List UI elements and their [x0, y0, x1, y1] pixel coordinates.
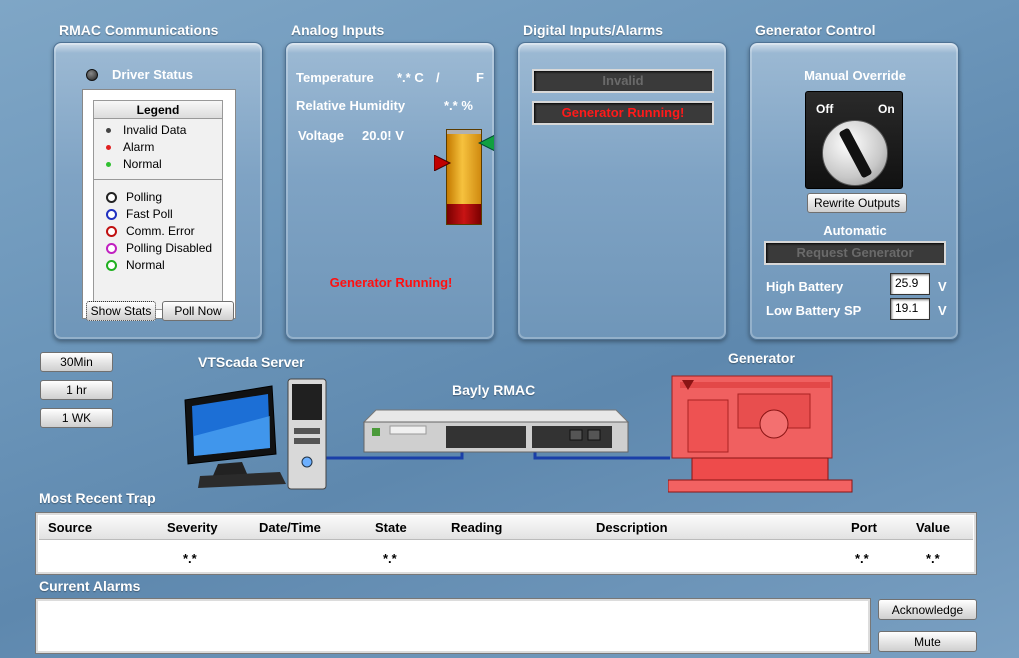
current-alarms-list[interactable]: [35, 598, 871, 654]
trap-col-source: Source: [48, 520, 93, 535]
vtscada-server-pc-icon[interactable]: [180, 376, 328, 492]
gen-control-panel: Manual Override Off On Rewrite Outputs A…: [749, 42, 959, 340]
dot-icon: [106, 145, 111, 151]
trap-port-value: *.*: [855, 551, 869, 566]
temperature-label: Temperature: [296, 70, 374, 85]
temperature-f-value: F: [476, 70, 484, 85]
low-setpoint-marker-icon: [434, 155, 452, 171]
vtscada-server-label: VTScada Server: [198, 354, 305, 370]
high-battery-unit: V: [938, 279, 947, 294]
trap-value-value: *.*: [926, 551, 940, 566]
trap-col-value: Value: [916, 520, 950, 535]
high-battery-input[interactable]: 25.9: [890, 273, 930, 295]
humidity-label: Relative Humidity: [296, 98, 406, 113]
gen-control-section-title: Generator Control: [755, 22, 876, 38]
generator-unit-icon[interactable]: [668, 372, 854, 496]
invalid-status-field: Invalid: [532, 69, 714, 93]
rotary-selector-knob-icon[interactable]: [822, 120, 888, 186]
analog-panel: Temperature *.* C / F Relative Humidity …: [285, 42, 495, 340]
dot-icon: [106, 162, 111, 168]
voltage-bar-low-zone: [447, 204, 481, 224]
temperature-separator: /: [436, 70, 440, 85]
automatic-label: Automatic: [823, 223, 887, 238]
legend-item-invalid-data: Invalid Data: [106, 123, 186, 137]
legend-item-polling-disabled: Polling Disabled: [106, 241, 212, 255]
trap-section-title: Most Recent Trap: [39, 490, 156, 506]
bayly-rmac-device-icon[interactable]: [362, 408, 630, 454]
knob-pointer: [838, 127, 873, 179]
generator-label: Generator: [728, 350, 795, 366]
time-1hr-button[interactable]: 1 hr: [40, 380, 113, 400]
time-30min-button[interactable]: 30Min: [40, 352, 113, 372]
voltage-bar-cap: [447, 130, 481, 134]
low-battery-label: Low Battery SP: [766, 303, 862, 318]
manual-override-label: Manual Override: [804, 68, 906, 83]
bayly-rmac-label: Bayly RMAC: [452, 382, 536, 398]
trap-col-datetime: Date/Time: [259, 520, 321, 535]
trap-col-state: State: [375, 520, 407, 535]
trap-col-reading: Reading: [451, 520, 503, 535]
analog-generator-running-text: Generator Running!: [329, 275, 453, 290]
rewrite-outputs-button[interactable]: Rewrite Outputs: [807, 193, 907, 213]
low-battery-input[interactable]: 19.1: [890, 298, 930, 320]
rmac-section-title: RMAC Communications: [59, 22, 219, 38]
override-switch-plate[interactable]: Off On: [805, 91, 903, 189]
poll-now-button[interactable]: Poll Now: [162, 301, 234, 321]
high-battery-label: High Battery: [766, 279, 844, 294]
table-row: *.* *.* *.* *.*: [39, 543, 973, 571]
legend-item-fast-poll: Fast Poll: [106, 207, 173, 221]
ring-icon: [106, 243, 117, 255]
voltage-bar-gauge: [446, 129, 482, 225]
legend-item-comm-error: Comm. Error: [106, 224, 195, 238]
acknowledge-button[interactable]: Acknowledge: [878, 599, 977, 620]
switch-off-label: Off: [816, 102, 834, 116]
dot-icon: [106, 128, 111, 134]
ring-icon: [106, 209, 117, 221]
legend-item-polling: Polling: [106, 190, 162, 204]
request-generator-field[interactable]: Request Generator: [764, 241, 946, 265]
high-setpoint-marker-icon: [478, 135, 494, 151]
analog-section-title: Analog Inputs: [291, 22, 385, 38]
mute-button[interactable]: Mute: [878, 631, 977, 652]
voltage-value: 20.0! V: [362, 128, 404, 143]
legend-item-normal-poll: Normal: [106, 258, 165, 272]
trap-severity-value: *.*: [183, 551, 197, 566]
legend-box: Legend Invalid Data Alarm Normal Polling…: [93, 100, 223, 310]
trap-col-description: Description: [596, 520, 668, 535]
switch-on-label: On: [878, 102, 895, 116]
rmac-panel: Driver Status Legend Invalid Data Alarm …: [53, 42, 263, 340]
driver-status-label: Driver Status: [112, 67, 193, 82]
digital-section-title: Digital Inputs/Alarms: [523, 22, 664, 38]
show-stats-button[interactable]: Show Stats: [86, 301, 156, 321]
legend-frame: Legend Invalid Data Alarm Normal Polling…: [82, 89, 236, 319]
ring-icon: [106, 260, 117, 272]
humidity-value: *.* %: [444, 98, 473, 113]
trap-state-value: *.*: [383, 551, 397, 566]
ring-icon: [106, 226, 117, 238]
time-1wk-button[interactable]: 1 WK: [40, 408, 113, 428]
trap-table: Source Severity Date/Time State Reading …: [35, 512, 977, 575]
legend-item-normal-data: Normal: [106, 157, 162, 171]
legend-title: Legend: [94, 101, 222, 119]
low-battery-unit: V: [938, 303, 947, 318]
temperature-c-value: *.* C: [397, 70, 424, 85]
alarms-section-title: Current Alarms: [39, 578, 141, 594]
ring-icon: [106, 192, 117, 204]
driver-status-indicator-icon: [86, 69, 98, 81]
voltage-label: Voltage: [298, 128, 344, 143]
trap-col-port: Port: [851, 520, 877, 535]
legend-divider: [94, 179, 222, 180]
generator-running-alarm-field: Generator Running!: [532, 101, 714, 125]
legend-item-alarm: Alarm: [106, 140, 154, 154]
trap-col-severity: Severity: [167, 520, 218, 535]
digital-panel: Invalid Generator Running!: [517, 42, 727, 340]
